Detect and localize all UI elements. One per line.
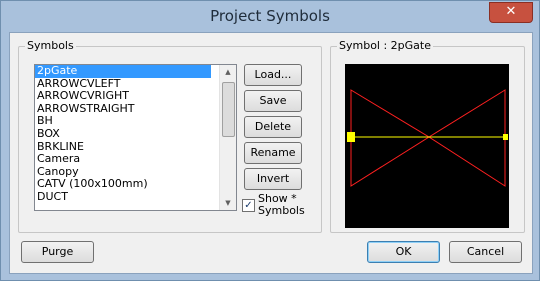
cancel-button[interactable]: Cancel: [449, 241, 522, 263]
save-button[interactable]: Save: [244, 90, 302, 112]
left-gate-leaf: [350, 89, 430, 187]
purge-button[interactable]: Purge: [21, 241, 94, 263]
scroll-down-icon[interactable]: ▼: [220, 196, 236, 210]
symbol-preview-canvas: [345, 64, 509, 228]
symbol-list-item[interactable]: ARROWCVRIGHT: [35, 90, 236, 103]
show-symbols-checkbox[interactable]: ✓: [242, 199, 255, 212]
right-grip-handle: [503, 134, 508, 140]
symbol-list-item[interactable]: BH: [35, 115, 236, 128]
ok-button[interactable]: OK: [367, 241, 440, 263]
close-button[interactable]: ✕: [489, 2, 533, 23]
scroll-up-icon[interactable]: ▲: [220, 65, 236, 79]
show-symbols-label-line2: Symbols: [258, 204, 305, 217]
symbol-list-item[interactable]: BOX: [35, 127, 236, 141]
delete-button[interactable]: Delete: [244, 116, 302, 138]
preview-group-label: Symbol : 2pGate: [337, 39, 434, 52]
check-icon: ✓: [244, 200, 253, 211]
project-symbols-dialog: Project Symbols ✕ Symbols 2pGate ARROWCVL…: [0, 0, 540, 281]
show-symbols-label[interactable]: Show * Symbols: [258, 193, 305, 217]
symbols-listbox[interactable]: 2pGate ARROWCVLEFT ARROWCVRIGHT ARROWSTRAIG…: [34, 64, 237, 211]
rename-button[interactable]: Rename: [244, 142, 302, 164]
invert-button[interactable]: Invert: [244, 168, 302, 190]
symbol-list-item[interactable]: ARROWSTRAIGHT: [35, 102, 236, 116]
left-grip-handle: [347, 132, 355, 142]
symbol-list-item[interactable]: 2pGate: [35, 65, 211, 78]
symbols-group-label: Symbols: [25, 39, 76, 52]
dialog-client-area: Symbols 2pGate ARROWCVLEFT ARROWCVRIGHT ARR…: [9, 32, 533, 274]
scroll-thumb[interactable]: [222, 82, 235, 137]
symbol-list-item[interactable]: DUCT: [35, 190, 236, 204]
close-icon: ✕: [505, 4, 517, 19]
title-bar[interactable]: Project Symbols ✕: [1, 1, 539, 31]
window-title: Project Symbols: [210, 7, 330, 25]
listbox-scrollbar[interactable]: ▲ ▼: [219, 65, 236, 210]
gate-symbol-graphic: [347, 89, 508, 187]
right-gate-leaf: [428, 89, 506, 187]
symbol-list-item[interactable]: Camera: [35, 153, 236, 166]
load-button[interactable]: Load...: [244, 64, 302, 86]
